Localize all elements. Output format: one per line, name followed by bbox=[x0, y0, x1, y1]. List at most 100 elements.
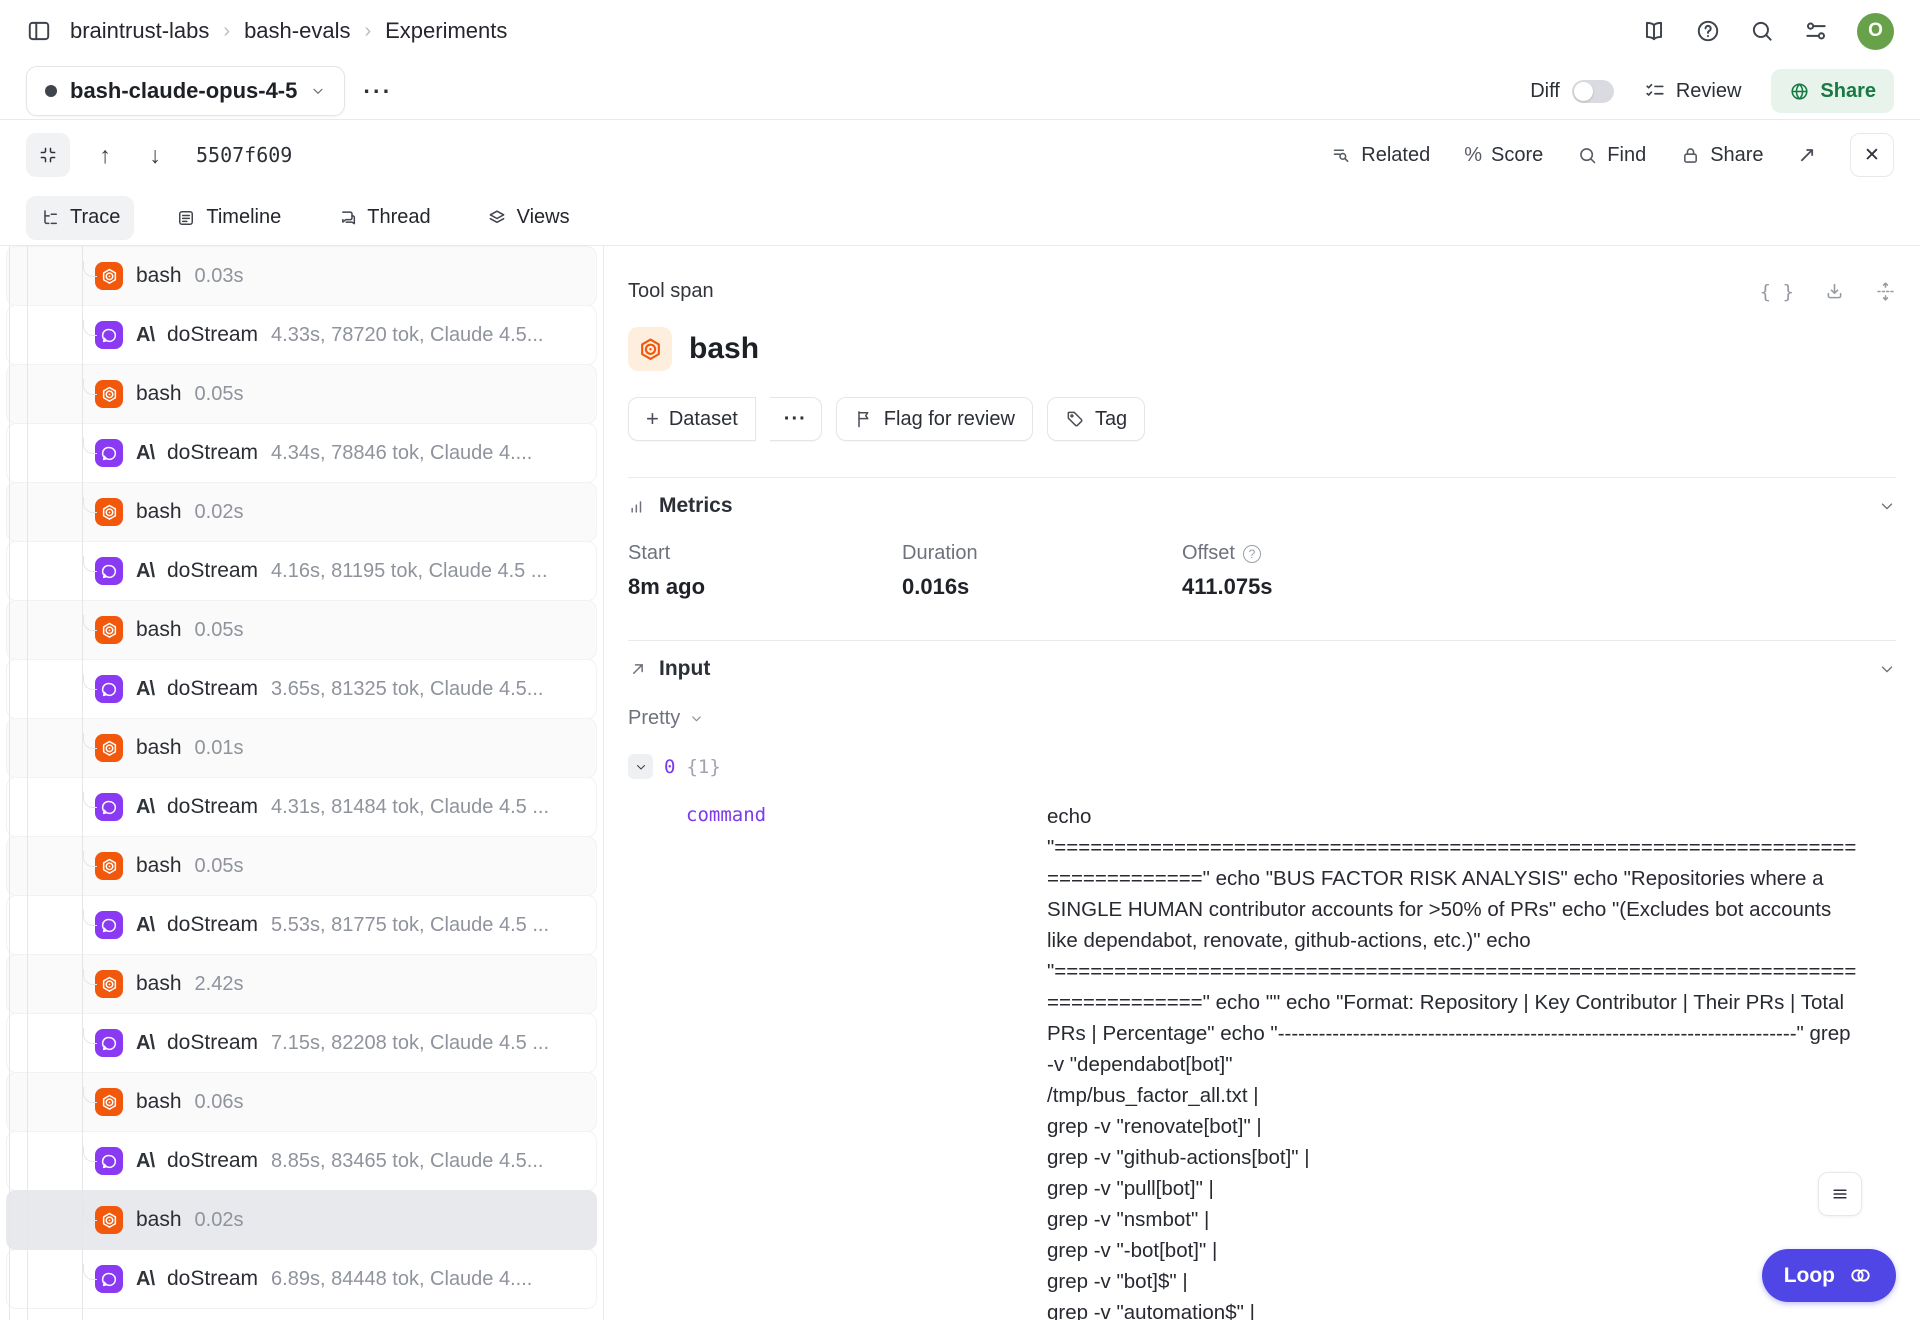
next-row-button[interactable]: ↓ bbox=[140, 142, 170, 169]
collapse-node-button[interactable] bbox=[628, 754, 653, 779]
trace-header: ↑ ↓ 5507f609 Related % Score bbox=[0, 120, 1920, 246]
dataset-more-button[interactable]: ··· bbox=[770, 397, 822, 441]
span-row[interactable]: A\ doStream 4.16s, 81195 tok, Claude 4.5… bbox=[6, 541, 597, 601]
expand-vertical-icon[interactable] bbox=[1875, 281, 1896, 302]
format-value: Pretty bbox=[628, 707, 680, 730]
span-detail: 6.89s, 84448 tok, Claude 4.... bbox=[271, 1268, 532, 1291]
span-name: bash bbox=[136, 972, 182, 996]
tab-trace[interactable]: Trace bbox=[26, 196, 134, 240]
floating-menu-button[interactable] bbox=[1818, 1172, 1862, 1216]
trace-id: 5507f609 bbox=[196, 143, 292, 167]
llm-stream-icon bbox=[95, 439, 123, 467]
chevron-down-icon[interactable] bbox=[1878, 660, 1896, 678]
tab-timeline[interactable]: Timeline bbox=[162, 196, 295, 240]
share-trace-button[interactable]: Share bbox=[1680, 144, 1763, 167]
bar-chart-icon bbox=[628, 496, 648, 516]
metric-value: 0.016s bbox=[902, 574, 1182, 600]
list-search-icon bbox=[1331, 145, 1352, 166]
span-row[interactable]: A\ doStream 8.85s, 83465 tok, Claude 4.5… bbox=[6, 1131, 597, 1191]
span-row[interactable]: A\ doStream 4.33s, 78720 tok, Claude 4.5… bbox=[6, 305, 597, 365]
bash-tool-icon bbox=[95, 734, 123, 762]
plus-icon: + bbox=[646, 406, 659, 432]
span-detail: 0.05s bbox=[195, 855, 244, 878]
prev-row-button[interactable]: ↑ bbox=[90, 142, 120, 169]
span-row[interactable]: A\ doStream 4.34s, 78846 tok, Claude 4..… bbox=[6, 423, 597, 483]
share-button[interactable]: Share bbox=[1771, 69, 1894, 113]
review-button[interactable]: Review bbox=[1644, 80, 1742, 103]
span-name: doStream bbox=[167, 795, 258, 819]
span-detail: 7.15s, 82208 tok, Claude 4.5 ... bbox=[271, 1032, 549, 1055]
span-row[interactable]: bash 0.01s bbox=[6, 718, 597, 778]
experiment-more-button[interactable]: ··· bbox=[363, 78, 392, 105]
diff-toggle[interactable] bbox=[1572, 80, 1614, 103]
span-detail: 4.34s, 78846 tok, Claude 4.... bbox=[271, 442, 532, 465]
span-name: doStream bbox=[167, 1267, 258, 1291]
span-row[interactable]: bash 2.42s bbox=[6, 954, 597, 1014]
span-tree-panel: bash 0.03s A\ doStream 4.33s, 78720 tok,… bbox=[0, 246, 604, 1320]
span-row[interactable]: bash 0.05s bbox=[6, 600, 597, 660]
tab-timeline-label: Timeline bbox=[206, 206, 281, 229]
sidebar-toggle-icon[interactable] bbox=[26, 18, 52, 44]
search-icon[interactable] bbox=[1749, 18, 1775, 44]
span-row[interactable]: bash 0.02s bbox=[6, 482, 597, 542]
download-icon[interactable] bbox=[1824, 281, 1845, 302]
span-row[interactable]: bash 0.05s bbox=[6, 364, 597, 424]
open-in-new-icon[interactable]: ↗ bbox=[1798, 142, 1816, 168]
breadcrumb-page[interactable]: Experiments bbox=[385, 18, 507, 44]
anthropic-logo-icon: A\ bbox=[136, 324, 154, 347]
metrics-section: Metrics Start 8m ago Duration 0.016s bbox=[628, 477, 1896, 600]
span-row[interactable]: A\ doStream 6.89s, 84448 tok, Claude 4..… bbox=[6, 1249, 597, 1309]
breadcrumb-project[interactable]: bash-evals bbox=[244, 18, 350, 44]
loop-label: Loop bbox=[1784, 1264, 1835, 1288]
chat-bubbles-icon bbox=[337, 208, 357, 228]
tab-thread[interactable]: Thread bbox=[323, 196, 444, 240]
format-dropdown[interactable]: Pretty bbox=[628, 707, 1896, 730]
chevron-down-icon bbox=[310, 83, 326, 99]
tab-views[interactable]: Views bbox=[473, 196, 584, 240]
span-row[interactable]: A\ doStream 7.15s, 82208 tok, Claude 4.5… bbox=[6, 1013, 597, 1073]
span-name: bash bbox=[136, 854, 182, 878]
flag-for-review-button[interactable]: Flag for review bbox=[836, 397, 1033, 441]
add-to-dataset-button[interactable]: + Dataset bbox=[628, 397, 756, 441]
llm-stream-icon bbox=[95, 1029, 123, 1057]
diff-label: Diff bbox=[1530, 80, 1560, 103]
docs-book-icon[interactable] bbox=[1641, 18, 1667, 44]
span-name: bash bbox=[136, 500, 182, 524]
loop-button[interactable]: Loop bbox=[1762, 1249, 1896, 1302]
experiment-selector[interactable]: bash-claude-opus-4-5 bbox=[26, 66, 345, 116]
span-name: doStream bbox=[167, 323, 258, 347]
span-row[interactable]: A\ doStream 4.31s, 81484 tok, Claude 4.5… bbox=[6, 777, 597, 837]
span-row[interactable]: bash 0.06s bbox=[6, 1072, 597, 1132]
close-button[interactable]: ✕ bbox=[1850, 133, 1894, 177]
related-button[interactable]: Related bbox=[1331, 144, 1430, 167]
settings-sliders-icon[interactable] bbox=[1803, 18, 1829, 44]
span-row[interactable]: bash 0.03s bbox=[6, 246, 597, 306]
find-button[interactable]: Find bbox=[1577, 144, 1646, 167]
dataset-button-group: + Dataset ··· bbox=[628, 397, 822, 441]
collapse-panel-button[interactable] bbox=[26, 133, 70, 177]
chevron-down-icon[interactable] bbox=[1878, 497, 1896, 515]
top-bar: braintrust-labs › bash-evals › Experimen… bbox=[0, 0, 1920, 120]
span-name: bash bbox=[136, 382, 182, 406]
tag-button[interactable]: Tag bbox=[1047, 397, 1145, 441]
span-name: bash bbox=[136, 264, 182, 288]
span-row[interactable]: A\ doStream 3.65s, 81325 tok, Claude 4.5… bbox=[6, 659, 597, 719]
anthropic-logo-icon: A\ bbox=[136, 914, 154, 937]
span-detail: 4.33s, 78720 tok, Claude 4.5... bbox=[271, 324, 543, 347]
avatar[interactable]: O bbox=[1857, 13, 1894, 50]
score-button[interactable]: % Score bbox=[1464, 144, 1543, 167]
llm-stream-icon bbox=[95, 911, 123, 939]
span-detail: 2.42s bbox=[195, 973, 244, 996]
llm-stream-icon bbox=[95, 557, 123, 585]
span-row[interactable]: bash 0.02s bbox=[6, 1190, 597, 1250]
breadcrumb-org[interactable]: braintrust-labs bbox=[70, 18, 209, 44]
help-icon[interactable] bbox=[1695, 18, 1721, 44]
span-kind-label: Tool span bbox=[628, 280, 714, 303]
span-name: bash bbox=[136, 1208, 182, 1232]
raw-json-icon[interactable]: { } bbox=[1760, 281, 1794, 303]
span-row[interactable]: A\ doStream 5.53s, 81775 tok, Claude 4.5… bbox=[6, 895, 597, 955]
span-row[interactable]: bash 0.05s bbox=[6, 836, 597, 896]
metric-value: 8m ago bbox=[628, 574, 902, 600]
info-icon[interactable]: ? bbox=[1243, 545, 1261, 563]
bash-tool-icon bbox=[95, 1206, 123, 1234]
